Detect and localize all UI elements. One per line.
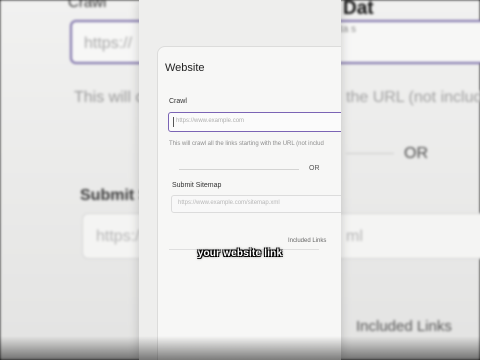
bg-sitemap-placeholder-right: ml [346,228,363,245]
crawl-helper-text: This will crawl all the links starting w… [169,141,324,147]
bg-included-links: Included Links [356,318,452,335]
bg-crawl-label: Crawl [68,0,107,11]
included-links-label: Included Links [288,238,327,244]
bg-crawl-placeholder: https:// [84,35,133,52]
text-caret [173,117,174,127]
video-frame: Crawl https:// This will c the URL (not … [0,0,480,360]
bg-or-divider [346,153,394,154]
bg-page-title: Dat [343,0,374,19]
bg-or-text: OR [404,145,428,162]
bg-helper-text-right: the URL (not includi [346,89,480,106]
sitemap-label: Submit Sitemap [172,182,222,189]
bg-sitemap-placeholder: https:/ [96,228,140,245]
dialog-title: Website [165,62,205,74]
or-divider [179,169,299,170]
center-screen: Website Crawl https://www.example.com Th… [139,0,341,360]
crawl-url-placeholder: https://www.example.com [176,118,245,124]
or-text: OR [309,165,320,172]
sitemap-url-placeholder: https://www.example.com/sitemap.xml [178,200,280,206]
crawl-label: Crawl [169,98,187,105]
video-caption: your website link [197,248,283,259]
bg-helper-text: This will c [74,89,144,106]
